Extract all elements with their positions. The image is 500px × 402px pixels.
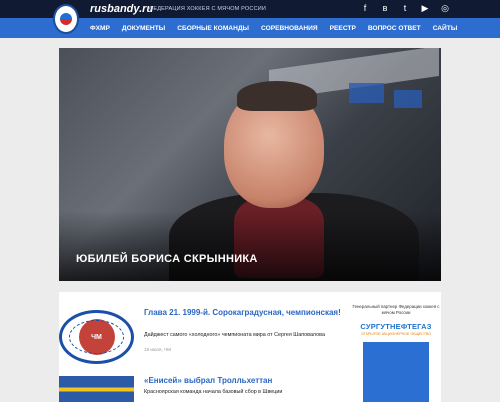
partner-brand[interactable]: СУРГУТНЕФТЕГАЗ: [351, 322, 441, 331]
news-description: Дайджест самого «холодного» чемпионата м…: [144, 332, 325, 338]
vk-icon[interactable]: в: [380, 3, 390, 13]
championship-logo-thumbnail[interactable]: ЧМ: [59, 310, 134, 364]
nav-item-faq[interactable]: ВОПРОС ОТВЕТ: [368, 25, 421, 32]
hero-banner[interactable]: ЮБИЛЕЙ БОРИСА СКРЫННИКА: [59, 48, 441, 281]
youtube-icon[interactable]: ▶: [420, 3, 430, 13]
nav-item-competitions[interactable]: СОРЕВНОВАНИЯ: [261, 25, 318, 32]
person-hair: [237, 81, 317, 111]
news-title[interactable]: Глава 21. 1999-й. Сорокаградусная, чемпи…: [144, 308, 344, 318]
facebook-icon[interactable]: f: [360, 3, 370, 13]
twitter-icon[interactable]: t: [400, 3, 410, 13]
social-links: f в t ▶ ◎: [360, 3, 450, 13]
news-thumbnail[interactable]: [59, 376, 134, 402]
federation-name: ФЕДЕРАЦИЯ ХОККЕЯ С МЯЧОМ РОССИИ: [149, 6, 267, 12]
nav-item-sites[interactable]: САЙТЫ: [433, 25, 458, 32]
nav-item-national-teams[interactable]: СБОРНЫЕ КОМАНДЫ: [177, 25, 249, 32]
content-area: ЧМ Глава 21. 1999-й. Сорокаградусная, че…: [59, 292, 441, 402]
partner-banner[interactable]: [363, 342, 429, 402]
background-screen: [394, 90, 422, 108]
partner-brand-subtitle: ОТКРЫТОЕ АКЦИОНЕРНОЕ ОБЩЕСТВО: [360, 332, 432, 336]
caption-gradient: [59, 211, 441, 281]
partner-text: Генеральный партнер Федерации хоккея с м…: [352, 304, 440, 315]
fhmr-logo[interactable]: [53, 4, 79, 34]
sidebar-partner: Генеральный партнер Федерации хоккея с м…: [351, 304, 441, 402]
news-title[interactable]: «Енисей» выбрал Тролльхеттан: [144, 376, 344, 386]
logo-ring: [69, 320, 124, 354]
hero-caption[interactable]: ЮБИЛЕЙ БОРИСА СКРЫННИКА: [76, 253, 258, 265]
site-name[interactable]: rusbandy.ru: [90, 3, 153, 15]
instagram-icon[interactable]: ◎: [440, 3, 450, 13]
nav-item-fhmr[interactable]: ФХМР: [90, 25, 110, 32]
background-screen: [349, 83, 384, 103]
news-description: Красноярская команда начала базовый сбор…: [144, 389, 283, 395]
nav-item-documents[interactable]: ДОКУМЕНТЫ: [122, 25, 165, 32]
nav-item-registry[interactable]: РЕЕСТР: [330, 25, 356, 32]
news-date: 19 июля, ЧМ: [144, 347, 171, 352]
